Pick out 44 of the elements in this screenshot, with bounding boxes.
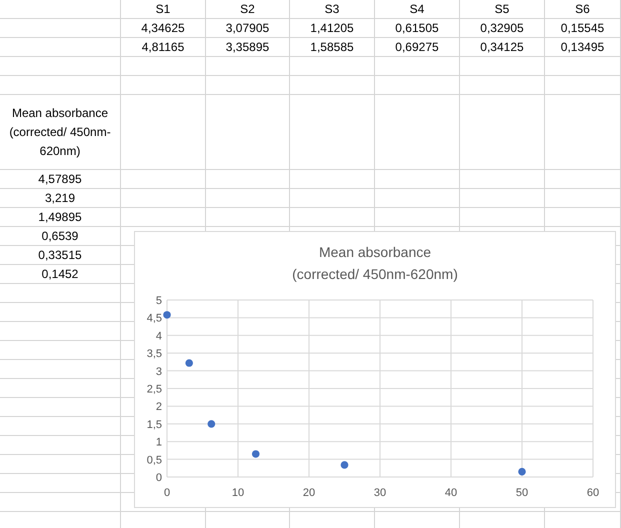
table-cell: 0,33515 (38, 248, 82, 262)
table-cell: 0,6539 (42, 229, 78, 243)
axis-label: 0 (156, 472, 162, 484)
axis-label: 2 (156, 401, 162, 414)
column-header: S5 (494, 2, 510, 16)
column-header: S4 (410, 2, 424, 16)
axis-label: 3,5 (146, 348, 162, 360)
axis-label: 1,5 (146, 418, 162, 431)
table-cell: 0,1452 (42, 267, 78, 281)
table-cell: 4,57895 (38, 172, 82, 186)
table-cell: 0,69275 (395, 40, 439, 54)
table-cell: 3,35895 (226, 40, 270, 54)
column-header: S6 (575, 2, 590, 16)
table-cell: 4,34625 (141, 21, 185, 35)
table-cell: 3,219 (44, 191, 76, 205)
axis-label: 3 (156, 366, 162, 378)
chart-title: Mean absorbance (corrected/ 450nm-620nm) (291, 243, 459, 284)
table-cell-text: Mean absorbance (corrected/ 450nm-620nm) (8, 104, 112, 160)
column-header: S3 (324, 2, 340, 16)
axis-label: 30 (374, 487, 386, 499)
axis-label: 4 (156, 330, 162, 342)
axis-label: 0 (164, 487, 170, 499)
table-cell: 0,15545 (560, 21, 604, 35)
table-cell: 0,34125 (480, 40, 524, 54)
table-cell: 1,49895 (38, 210, 82, 224)
axis-label: 10 (232, 487, 244, 499)
axis-label: 40 (444, 487, 458, 499)
table-cell: 3,07905 (226, 21, 270, 35)
axis-label: 60 (586, 487, 600, 499)
column-header: S1 (156, 2, 170, 16)
table-cell: 4,81165 (142, 40, 184, 54)
axis-label: 2,5 (146, 384, 162, 396)
axis-label: 50 (516, 487, 528, 499)
axis-label: 4,5 (146, 312, 162, 325)
axis-label: 20 (302, 487, 316, 499)
axis-label: 5 (156, 295, 162, 307)
axis-label: 1 (156, 436, 162, 449)
table-cell: 0,13495 (560, 40, 604, 54)
table-cell: 0,61505 (395, 21, 439, 35)
column-header: S2 (240, 2, 255, 16)
table-cell: 1,58585 (310, 40, 354, 54)
axis-label: 0,5 (146, 454, 162, 466)
table-cell: 0,32905 (480, 21, 524, 35)
table-cell: 1,41205 (310, 21, 354, 35)
